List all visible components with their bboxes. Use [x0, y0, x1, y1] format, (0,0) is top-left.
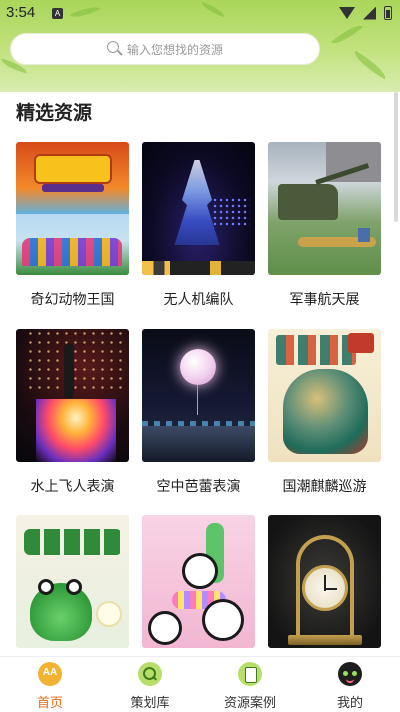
nav-label-resource-cases: 资源案例	[223, 696, 276, 711]
search-bar[interactable]: 输入您想找的资源	[10, 33, 320, 65]
resource-thumbnail	[16, 142, 129, 275]
resource-label: 军事航天展	[289, 292, 360, 308]
nav-label-profile: 我的	[336, 696, 363, 711]
bottom-navigation: 首页 策划库 资源案例 我的	[0, 656, 400, 712]
profile-icon	[338, 662, 362, 686]
resource-label: 国潮麒麟巡游	[282, 479, 367, 495]
search-icon	[106, 41, 123, 57]
featured-resources-section: 精选资源 奇幻动物王国 无人机编队 军事航天展 水上飞人表演 空中芭蕾表演 国潮…	[0, 92, 400, 656]
resource-card-pocket-watch[interactable]	[268, 515, 381, 656]
status-icons	[339, 6, 392, 20]
planning-library-icon	[138, 662, 162, 686]
resource-thumbnail	[142, 329, 255, 462]
scrollbar[interactable]	[394, 92, 398, 222]
resource-card-fantasy-animal-kingdom[interactable]: 奇幻动物王国	[16, 142, 129, 309]
resource-cases-icon	[238, 662, 262, 686]
resource-thumbnail	[268, 329, 381, 462]
resource-label: 空中芭蕾表演	[156, 479, 241, 495]
resource-thumbnail	[268, 515, 381, 648]
section-title: 精选资源	[16, 102, 93, 124]
nav-item-resource-cases[interactable]: 资源案例	[200, 657, 300, 712]
resource-label: 水上飞人表演	[30, 479, 115, 495]
resource-card-aerial-ballet-show[interactable]: 空中芭蕾表演	[142, 329, 255, 496]
resource-card-protect-frog[interactable]	[16, 515, 129, 656]
resource-thumbnail	[268, 142, 381, 275]
wifi-icon	[339, 7, 355, 19]
battery-icon	[384, 6, 392, 20]
nav-item-profile[interactable]: 我的	[300, 657, 400, 712]
notification-icon: A	[52, 8, 63, 19]
resource-thumbnail	[16, 515, 129, 648]
header: 3:54 A 输入您想找的资源	[0, 0, 400, 92]
resource-card-water-flyboard-show[interactable]: 水上飞人表演	[16, 329, 129, 496]
bamboo-leaf-decoration	[350, 50, 390, 80]
home-icon	[38, 662, 62, 686]
nav-item-planning-library[interactable]: 策划库	[100, 657, 200, 712]
resource-card-drone-formation[interactable]: 无人机编队	[142, 142, 255, 309]
search-placeholder: 输入您想找的资源	[126, 42, 223, 57]
nav-label-planning-library: 策划库	[130, 696, 170, 711]
resource-thumbnail	[142, 142, 255, 275]
resource-card-military-aerospace-expo[interactable]: 军事航天展	[268, 142, 381, 309]
resource-thumbnail	[16, 329, 129, 462]
resource-card-guochao-qilin-parade[interactable]: 国潮麒麟巡游	[268, 329, 381, 496]
nav-label-home: 首页	[36, 696, 63, 711]
status-time: 3:54	[6, 4, 36, 21]
resource-thumbnail	[142, 515, 255, 648]
status-bar: 3:54 A	[0, 0, 400, 26]
resource-card-pandas[interactable]	[142, 515, 255, 656]
resource-label: 无人机编队	[163, 292, 234, 308]
nav-item-home[interactable]: 首页	[0, 657, 100, 712]
signal-icon	[363, 6, 376, 20]
resource-label: 奇幻动物王国	[30, 292, 115, 308]
